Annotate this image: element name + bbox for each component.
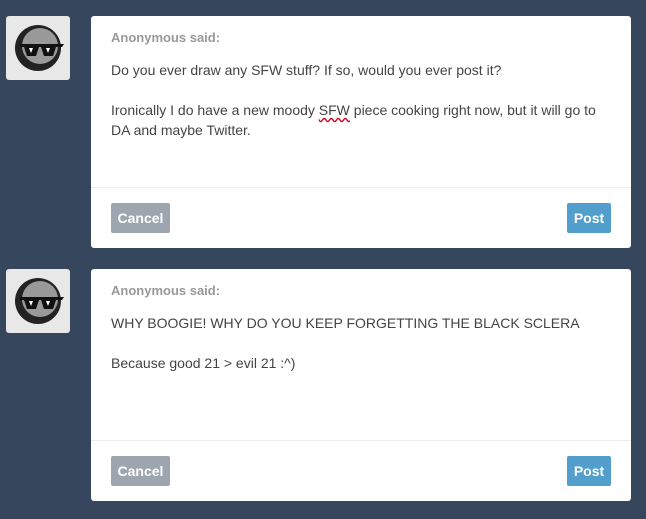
question-text: Do you ever draw any SFW stuff? If so, w… <box>111 62 502 78</box>
answer-text-part: Ironically I do have a new moody <box>111 102 319 118</box>
asker-name: Anonymous said: <box>111 30 221 45</box>
post-button[interactable]: Post <box>567 456 611 486</box>
question-text: WHY BOOGIE! WHY DO YOU KEEP FORGETTING T… <box>111 315 580 331</box>
divider <box>91 440 631 441</box>
cancel-button[interactable]: Cancel <box>111 456 170 486</box>
asker-name: Anonymous said: <box>111 283 221 298</box>
cancel-button[interactable]: Cancel <box>111 203 170 233</box>
post-button[interactable]: Post <box>567 203 611 233</box>
misspelled-word[interactable]: SFW <box>319 102 350 118</box>
anonymous-avatar-icon[interactable] <box>6 16 70 80</box>
ask-card: Anonymous said: Do you ever draw any SFW… <box>91 16 631 248</box>
anonymous-avatar-icon[interactable] <box>6 269 70 333</box>
ask-card: Anonymous said: WHY BOOGIE! WHY DO YOU K… <box>91 269 631 501</box>
answer-text[interactable]: Because good 21 > evil 21 :^) <box>111 353 611 373</box>
divider <box>91 187 631 188</box>
answer-text[interactable]: Ironically I do have a new moody SFW pie… <box>111 100 611 140</box>
